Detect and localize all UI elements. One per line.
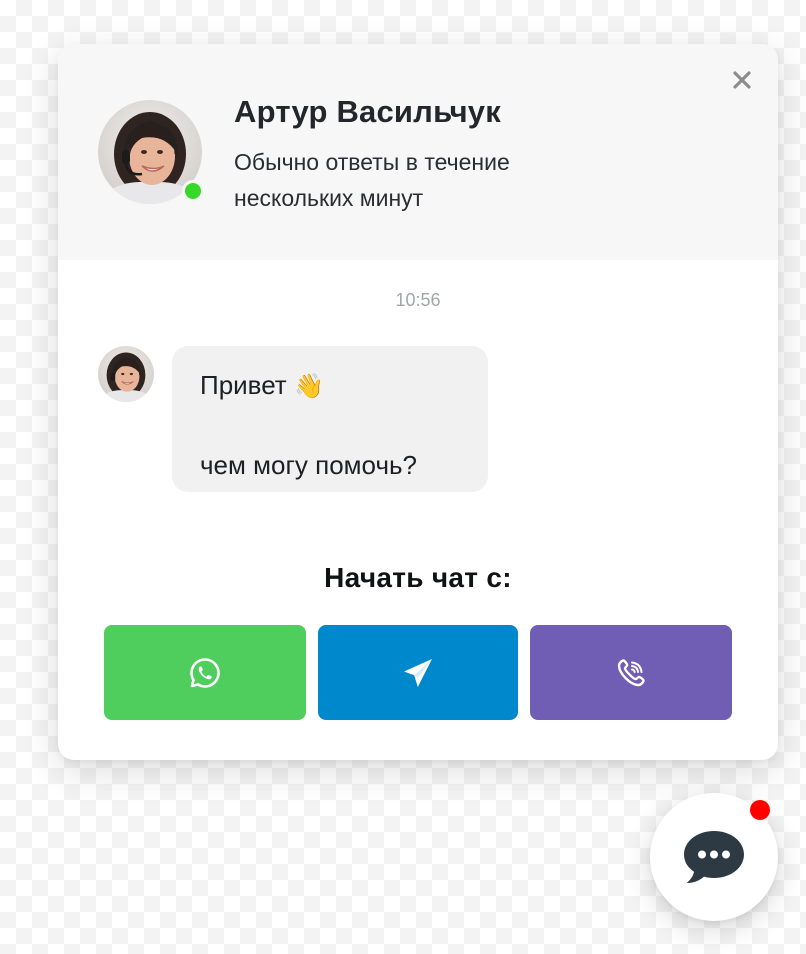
message-line-2: чем могу помочь? [200, 450, 418, 480]
online-status-dot [182, 180, 204, 202]
whatsapp-button[interactable] [104, 625, 306, 720]
message-avatar [98, 346, 154, 402]
viber-icon [617, 658, 645, 686]
chat-header: Артур Васильчук Обычно ответы в течение … [58, 44, 778, 260]
telegram-button[interactable] [318, 625, 518, 720]
message-timestamp: 10:56 [395, 290, 441, 310]
start-chat-title: Начать чат с: [324, 562, 512, 593]
agent-status-line-2: нескольких минут [234, 185, 424, 211]
agent-response-time: Обычно ответы в течение нескольких минут [234, 144, 614, 216]
telegram-icon [404, 658, 432, 687]
close-button[interactable] [726, 64, 758, 96]
close-icon [733, 71, 751, 89]
message-line-1: Привет 👋 [200, 366, 462, 404]
message-greeting: Привет [200, 370, 287, 400]
waving-hand-emoji: 👋 [293, 372, 324, 400]
notification-dot [750, 800, 770, 820]
chat-widget-popup: Артур Васильчук Обычно ответы в течение … [58, 44, 778, 760]
agent-avatar [98, 100, 204, 204]
agent-name: Артур Васильчук [234, 94, 501, 129]
agent-status-line-1: Обычно ответы в течение [234, 149, 510, 175]
whatsapp-icon [190, 657, 220, 688]
channel-buttons [104, 625, 732, 720]
message-bubble: Привет 👋 чем могу помочь? [172, 346, 488, 492]
chat-bubble-icon [684, 831, 744, 884]
agent-photo-small [98, 346, 154, 402]
viber-button[interactable] [530, 625, 732, 720]
